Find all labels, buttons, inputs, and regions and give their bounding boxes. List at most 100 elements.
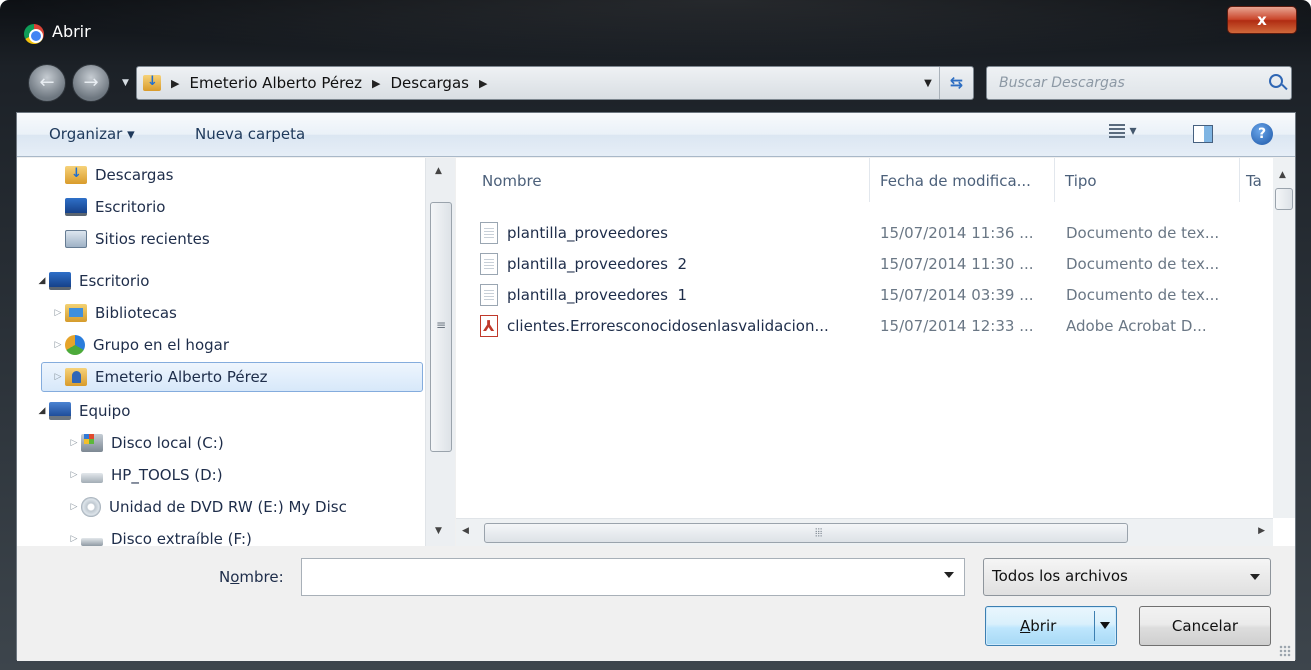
help-icon[interactable]: ? [1251,123,1273,145]
filename-combo[interactable] [301,558,965,596]
collapsed-arrow-icon[interactable]: ▷ [51,308,65,318]
forward-button[interactable]: → [72,64,110,102]
file-type: Documento de tex... [1066,286,1220,304]
scroll-right-icon[interactable]: ▶ [1258,526,1265,536]
file-type-value: Todos los archivos [992,567,1128,585]
nav-item-label: Disco extraíble (F:) [111,530,252,546]
downloads-folder-icon [143,74,161,91]
collapsed-arrow-icon[interactable]: ▷ [67,470,81,480]
preview-pane-icon[interactable] [1193,125,1213,143]
nav-item-drive-e[interactable]: ▷ Unidad de DVD RW (E:) My Disc [67,492,347,522]
nav-item-drive-d[interactable]: ▷ HP_TOOLS (D:) [67,460,223,490]
search-icon[interactable] [1269,74,1283,88]
file-list: Nombre Fecha de modifica... Tipo Ta plan… [456,158,1295,546]
grip-icon: ≡ [436,318,447,332]
scroll-left-icon[interactable]: ◀ [462,526,469,536]
collapsed-arrow-icon[interactable]: ▷ [67,534,81,544]
dialog-footer: Nombre: Todos los archivos Abrir Cancela… [17,546,1295,661]
file-name: plantilla_proveedores 1 [507,286,687,304]
column-header-date[interactable]: Fecha de modifica... [870,158,1055,202]
collapsed-arrow-icon[interactable]: ▷ [67,502,81,512]
nav-item-label: Grupo en el hogar [93,336,229,354]
recent-locations-chevron-icon[interactable]: ▼ [122,78,132,88]
scroll-down-icon[interactable]: ▼ [435,526,442,536]
expanded-arrow-icon[interactable]: ◢ [35,276,49,286]
file-type: Adobe Acrobat D... [1066,317,1207,335]
file-type: Documento de tex... [1066,255,1220,273]
column-header-type[interactable]: Tipo [1055,158,1240,202]
removable-disk-icon [81,538,103,546]
collapsed-arrow-icon[interactable]: ▷ [67,438,81,448]
file-type-select[interactable]: Todos los archivos [983,558,1271,596]
file-row[interactable]: plantilla_proveedores 1 15/07/2014 03:39… [480,280,1260,310]
command-bar: Organizar ▾ Nueva carpeta ▾ ? [17,113,1295,157]
breadcrumb-downloads[interactable]: Descargas [391,74,469,92]
resize-grip-icon[interactable] [1279,645,1291,657]
grip-icon: ⦙⦙⦙ [815,526,823,539]
address-dropdown-icon[interactable]: ▼ [917,78,939,89]
file-date: 15/07/2014 03:39 ... [880,286,1034,304]
nav-item-label: Unidad de DVD RW (E:) My Disc [109,498,347,516]
file-list-vertical-scrollbar[interactable]: ▲ [1273,158,1295,518]
refresh-icon[interactable]: ⇆ [939,67,973,99]
text-file-icon [480,253,498,275]
organize-button[interactable]: Organizar ▾ [49,125,135,143]
file-type: Documento de tex... [1066,224,1220,242]
expanded-arrow-icon[interactable]: ◢ [35,406,49,416]
chevron-down-icon[interactable] [944,572,954,578]
text-file-icon [480,222,498,244]
nav-item-label: Emeterio Alberto Pérez [95,368,268,386]
file-name: plantilla_proveedores [507,224,668,242]
file-row[interactable]: plantilla_proveedores 2 15/07/2014 11:30… [480,249,1260,279]
scroll-thumb[interactable]: ⦙⦙⦙ [484,523,1128,543]
recent-places-icon [65,230,87,248]
nav-item-recent-places[interactable]: Sitios recientes [65,224,210,254]
dvd-icon [81,497,101,517]
open-button-label: Abrir [1020,617,1056,635]
scroll-up-icon[interactable]: ▲ [1279,170,1286,180]
chevron-down-icon[interactable] [1250,574,1260,580]
nav-item-drive-c[interactable]: ▷ Disco local (C:) [67,428,224,458]
nav-item-desktop-favorite[interactable]: Escritorio [65,192,165,222]
nav-scrollbar[interactable]: ▲ ≡ ▼ [425,158,455,546]
address-bar[interactable]: ▶ Emeterio Alberto Pérez ▶ Descargas ▶ ▼… [136,66,974,100]
scroll-up-icon[interactable]: ▲ [435,166,442,176]
nav-item-user-folder[interactable]: ▷ Emeterio Alberto Pérez [41,362,423,392]
libraries-icon [65,304,87,322]
scroll-thumb[interactable] [1275,188,1293,210]
cancel-button[interactable]: Cancelar [1139,606,1271,646]
filename-label-part: mbre: [239,568,284,586]
file-list-horizontal-scrollbar[interactable]: ◀ ⦙⦙⦙ ▶ [456,518,1273,546]
column-header-name[interactable]: Nombre [456,158,870,202]
nav-item-downloads[interactable]: Descargas [65,160,173,190]
drive-icon [81,473,103,483]
open-split-dropdown-icon[interactable] [1094,611,1114,641]
chevron-right-icon[interactable]: ▶ [171,77,179,90]
nav-item-computer[interactable]: ◢ Equipo [35,396,130,426]
window-title: Abrir [52,22,91,41]
new-folder-button[interactable]: Nueva carpeta [195,125,305,143]
file-row[interactable]: clientes.Erroresconocidosenlasvalidacion… [480,311,1260,341]
search-box[interactable] [986,66,1292,100]
nav-item-label: Bibliotecas [95,304,177,322]
search-input[interactable] [987,67,1237,99]
chevron-right-icon[interactable]: ▶ [372,77,380,90]
nav-item-drive-f[interactable]: ▷ Disco extraíble (F:) [67,524,252,546]
back-button[interactable]: ← [28,64,66,102]
filename-input[interactable] [302,559,922,595]
nav-item-libraries[interactable]: ▷ Bibliotecas [51,298,177,328]
collapsed-arrow-icon[interactable]: ▷ [51,372,65,382]
dialog-window: Abrir x ← → ▼ ▶ Emeterio Alberto Pérez ▶… [0,0,1311,670]
nav-item-homegroup[interactable]: ▷ Grupo en el hogar [51,330,229,360]
pdf-file-icon [480,315,498,337]
nav-item-desktop[interactable]: ◢ Escritorio [35,266,149,296]
breadcrumb-user[interactable]: Emeterio Alberto Pérez [189,74,362,92]
column-header-size[interactable]: Ta [1240,158,1276,202]
open-button[interactable]: Abrir [985,606,1117,646]
collapsed-arrow-icon[interactable]: ▷ [51,340,65,350]
chevron-right-icon[interactable]: ▶ [479,77,487,90]
change-view-button[interactable]: ▾ [1109,123,1169,147]
file-date: 15/07/2014 12:33 ... [880,317,1034,335]
file-row[interactable]: plantilla_proveedores 15/07/2014 11:36 .… [480,218,1260,248]
close-button[interactable]: x [1227,6,1297,34]
